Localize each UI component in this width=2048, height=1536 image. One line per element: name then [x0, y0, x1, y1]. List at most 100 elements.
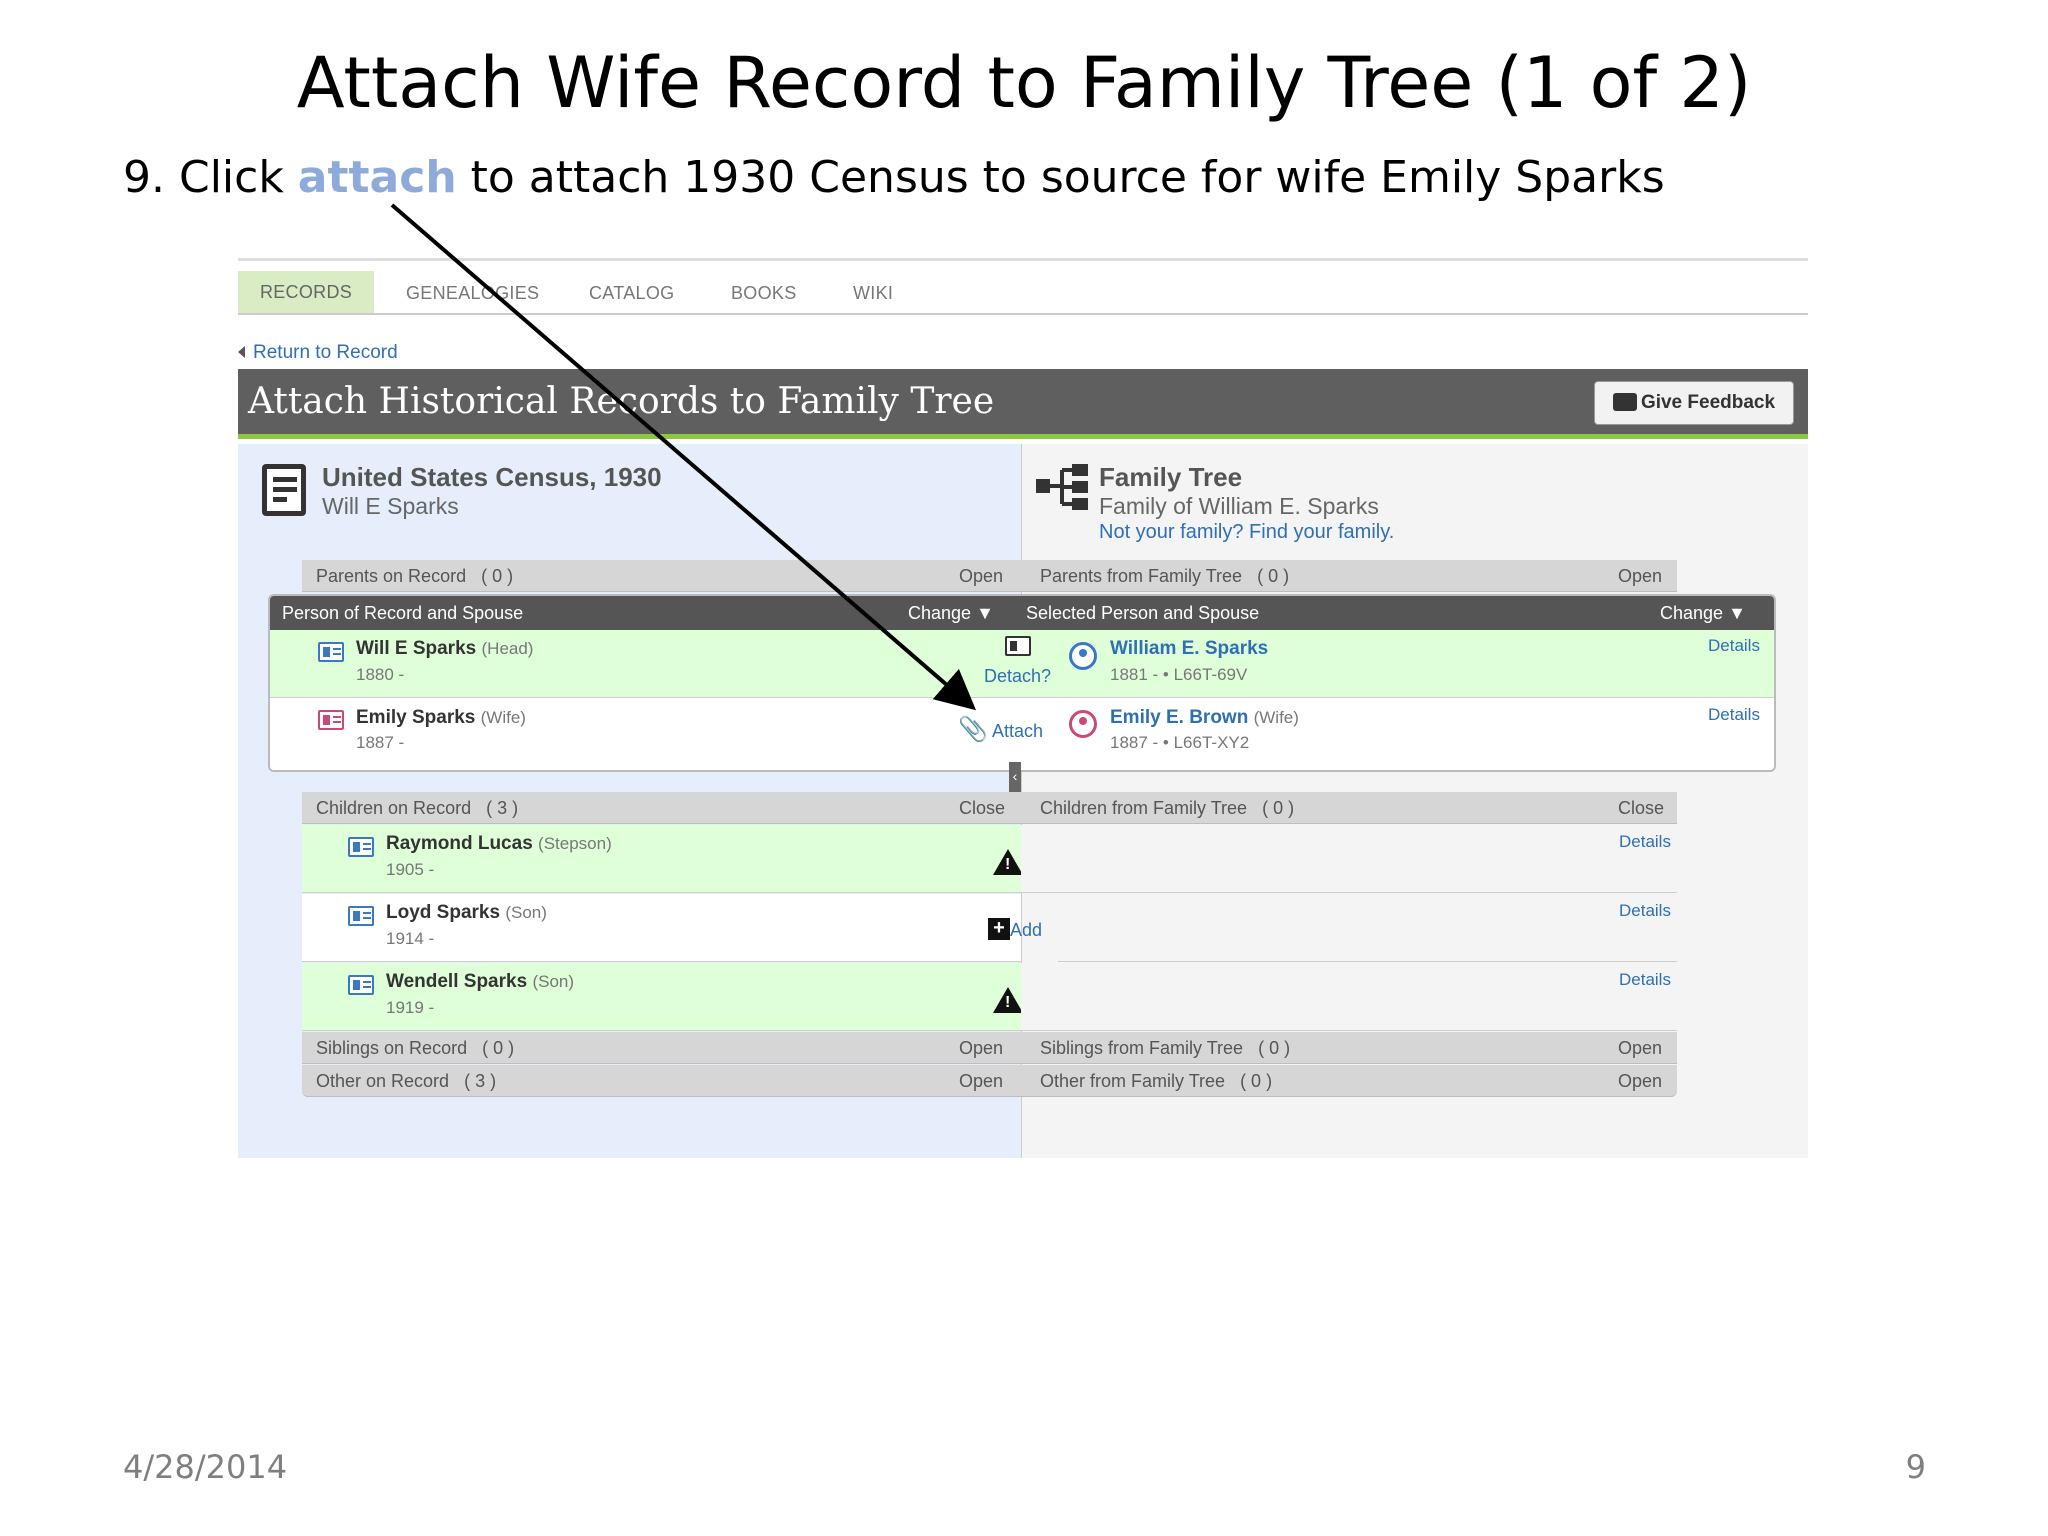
record-spouse-name: Emily Sparks (Wife) — [356, 707, 526, 729]
child-tree-slot: Details — [1021, 963, 1677, 1031]
child-tree-slot: Details — [1058, 894, 1677, 962]
give-feedback-button[interactable]: Give Feedback — [1594, 381, 1794, 425]
page-header: Attach Historical Records to Family Tree… — [238, 369, 1808, 439]
parents-right-label: Parents from Family Tree ( 0 ) — [1040, 566, 1289, 587]
page-title: Attach Historical Records to Family Tree — [248, 381, 995, 422]
siblings-left-open[interactable]: Open — [959, 1038, 1003, 1059]
parents-right-text: Parents from Family Tree — [1040, 566, 1243, 586]
caret-left-icon — [238, 346, 245, 358]
tree-subtitle: Family of William E. Sparks — [1099, 493, 1379, 519]
other-left-open[interactable]: Open — [959, 1071, 1003, 1092]
siblings-left-label: Siblings on Record ( 0 ) — [316, 1038, 514, 1059]
warning-icon — [993, 987, 1023, 1013]
details-link[interactable]: Details — [1619, 901, 1671, 921]
person-switch-icon: ▼ — [1728, 603, 1746, 623]
siblings-right-open[interactable]: Open — [1618, 1038, 1662, 1059]
return-link[interactable]: Return to Record — [238, 342, 398, 364]
person-left-label: Person of Record and Spouse — [282, 603, 524, 623]
give-feedback-label: Give Feedback — [1640, 392, 1776, 413]
source-subtitle: Will E Sparks — [322, 493, 459, 519]
instruction-prefix: 9. Click — [123, 152, 298, 203]
children-left-close[interactable]: Close — [959, 798, 1005, 819]
children-right-label: Children from Family Tree ( 0 ) — [1040, 798, 1294, 819]
child-name-text: Loyd Sparks — [386, 902, 501, 923]
record-card-icon — [318, 642, 344, 662]
parents-row: Parents on Record ( 0 ) Open Parents fro… — [302, 560, 1677, 592]
siblings-right-count: ( 0 ) — [1258, 1038, 1291, 1058]
child-tree-slot: Details — [1021, 825, 1677, 893]
other-right-open[interactable]: Open — [1618, 1071, 1662, 1092]
add-button[interactable]: Add — [1010, 920, 1042, 941]
other-left-text: Other on Record — [316, 1071, 450, 1091]
child-role: (Son) — [532, 972, 575, 991]
parents-left-open[interactable]: Open — [959, 566, 1003, 587]
child-years: 1919 - — [386, 998, 435, 1017]
tree-spouse-name[interactable]: Emily E. Brown (Wife) — [1110, 707, 1299, 729]
instruction-suffix: to attach 1930 Census to source for wife… — [456, 152, 1665, 203]
parents-left-label: Parents on Record ( 0 ) — [316, 566, 513, 587]
record-person-name-text: Will E Sparks — [356, 638, 477, 659]
details-link[interactable]: Details — [1619, 970, 1671, 990]
attached-record-icon — [1005, 636, 1031, 656]
tab-books[interactable]: BOOKS — [731, 283, 797, 304]
tab-catalog[interactable]: CATALOG — [589, 283, 674, 304]
children-right-close[interactable]: Close — [1618, 798, 1664, 819]
change-right-label: Change — [1660, 603, 1724, 623]
screenshot: RECORDS GENEALOGIES CATALOG BOOKS WIKI R… — [238, 258, 1808, 1158]
details-link[interactable]: Details — [1619, 832, 1671, 852]
other-right-count: ( 0 ) — [1240, 1071, 1273, 1091]
parents-right-count: ( 0 ) — [1257, 566, 1290, 586]
person-left-change[interactable]: Change ▼ — [908, 603, 994, 624]
children-right-count: ( 0 ) — [1262, 798, 1295, 818]
children-left-text: Children on Record — [316, 798, 472, 818]
tree-person-name[interactable]: William E. Sparks — [1110, 638, 1268, 660]
record-person-role: (Head) — [481, 639, 534, 658]
parents-left-count: ( 0 ) — [481, 566, 514, 586]
child-name-text: Raymond Lucas — [386, 833, 533, 854]
person-switch-icon: ▼ — [976, 603, 994, 623]
male-avatar-icon — [1069, 642, 1097, 670]
children-row: Children on Record ( 3 ) Close Children … — [302, 792, 1677, 824]
tab-records[interactable]: RECORDS — [238, 271, 374, 313]
person-right-label: Selected Person and Spouse — [1026, 603, 1260, 623]
child-row: Raymond Lucas (Stepson) 1905 - — [302, 825, 1023, 893]
other-left-count: ( 3 ) — [464, 1071, 497, 1091]
paperclip-icon: 📎 — [958, 716, 988, 743]
other-row: Other on Record ( 3 ) Open Other from Fa… — [302, 1065, 1677, 1097]
top-nav: RECORDS GENEALOGIES CATALOG BOOKS WIKI — [238, 258, 1808, 315]
detach-link[interactable]: Detach? — [984, 666, 1051, 687]
person-right-change[interactable]: Change ▼ — [1660, 603, 1746, 624]
child-years: 1905 - — [386, 860, 435, 879]
child-name: Loyd Sparks (Son) — [386, 902, 547, 924]
details-link[interactable]: Details — [1708, 705, 1760, 725]
person-row: Will E Sparks (Head) 1880 - Detach? Will… — [270, 630, 1774, 698]
parents-left-text: Parents on Record — [316, 566, 467, 586]
person-spouse-card: Person of Record and Spouse Change ▼ Sel… — [268, 594, 1776, 772]
attach-button[interactable]: Attach — [992, 721, 1043, 742]
tab-genealogies[interactable]: GENEALOGIES — [406, 283, 539, 304]
other-left-label: Other on Record ( 3 ) — [316, 1071, 496, 1092]
children-left-count: ( 3 ) — [486, 798, 519, 818]
other-right-label: Other from Family Tree ( 0 ) — [1040, 1071, 1272, 1092]
plus-icon: + — [988, 918, 1010, 940]
female-avatar-icon — [1069, 710, 1097, 738]
tree-person-years: 1881 - • L66T-69V — [1110, 665, 1248, 684]
child-row: Wendell Sparks (Son) 1919 - — [302, 963, 1023, 1031]
find-family-link[interactable]: Not your family? Find your family. — [1099, 521, 1394, 544]
parents-right-open[interactable]: Open — [1618, 566, 1662, 587]
siblings-row: Siblings on Record ( 0 ) Open Siblings f… — [302, 1032, 1677, 1064]
source-title: United States Census, 1930 — [322, 462, 662, 492]
tab-wiki[interactable]: WIKI — [853, 283, 893, 304]
other-right-text: Other from Family Tree — [1040, 1071, 1226, 1091]
record-spouse-years: 1887 - — [356, 733, 405, 752]
collapse-handle[interactable]: ‹ — [1009, 762, 1021, 792]
tree-spouse-years: 1887 - • L66T-XY2 — [1110, 733, 1250, 752]
spouse-row: Emily Sparks (Wife) 1887 - 📎 Attach Emil… — [270, 699, 1774, 770]
child-role: (Stepson) — [538, 834, 612, 853]
details-link[interactable]: Details — [1708, 636, 1760, 656]
child-row: Loyd Sparks (Son) 1914 - + — [302, 894, 1021, 962]
instruction-keyword: attach — [297, 152, 457, 203]
siblings-left-count: ( 0 ) — [482, 1038, 515, 1058]
child-role: (Son) — [505, 903, 547, 922]
slide-date: 4/28/2014 — [123, 1448, 288, 1486]
